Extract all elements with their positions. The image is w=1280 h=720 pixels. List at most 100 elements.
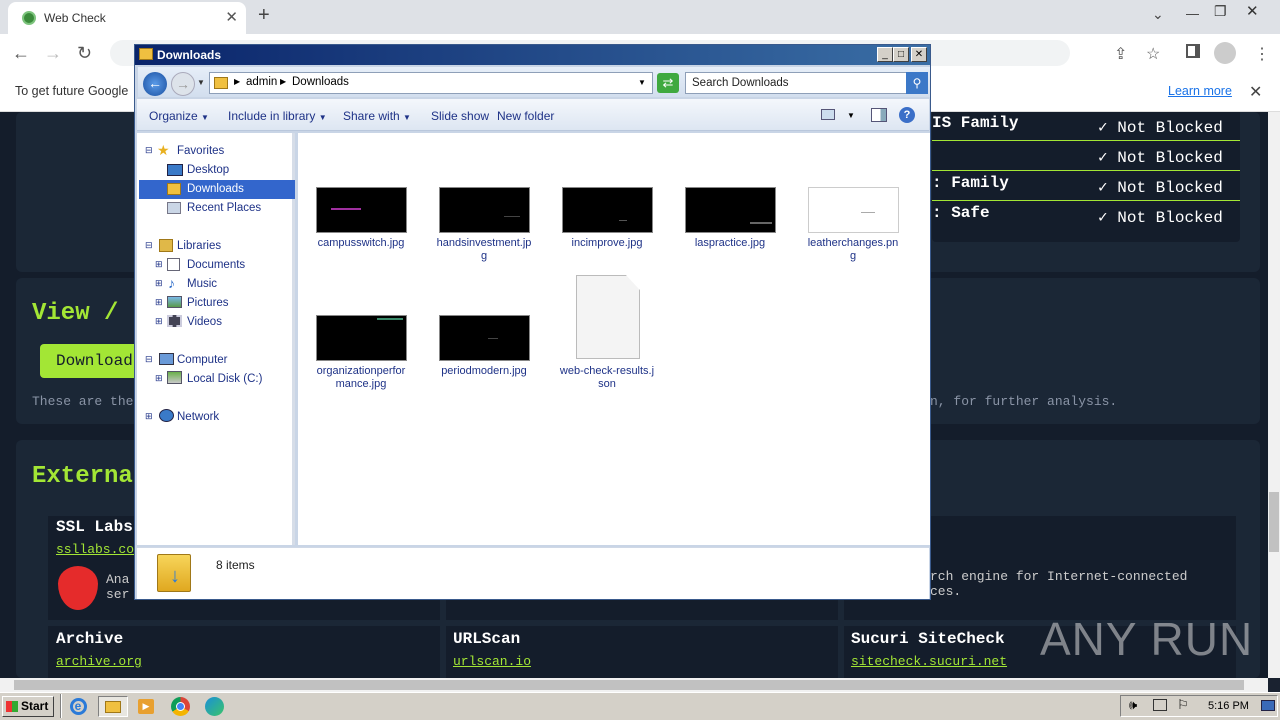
new-tab-button[interactable]: + <box>258 4 270 27</box>
collapse-icon[interactable]: ⊟ <box>145 145 153 156</box>
new-folder-button[interactable]: New folder <box>497 109 554 123</box>
tree-network[interactable]: Network <box>177 411 219 423</box>
breadcrumb-admin[interactable]: admin <box>246 76 277 88</box>
expand-icon[interactable]: ⊞ <box>155 297 163 308</box>
tree-videos[interactable]: Videos <box>187 316 222 328</box>
expand-icon[interactable]: ⊞ <box>155 373 163 384</box>
tree-documents[interactable]: Documents <box>187 259 245 271</box>
horizontal-scrollbar-thumb[interactable] <box>14 680 1244 690</box>
tree-desktop[interactable]: Desktop <box>187 164 229 176</box>
show-desktop-icon[interactable] <box>1261 700 1275 711</box>
file-item[interactable]: campusswitch.jpg <box>316 187 409 250</box>
file-item[interactable]: web-check-results.json <box>559 275 655 391</box>
dns-row-status: ✓ Not Blocked <box>1098 119 1223 137</box>
breadcrumb-chevron-icon[interactable]: ▶ <box>234 77 240 86</box>
pictures-icon <box>167 296 182 308</box>
recent-places-icon <box>167 202 181 214</box>
view-dropdown-icon[interactable]: ▼ <box>847 111 855 120</box>
file-item[interactable]: periodmodern.jpg <box>439 315 532 378</box>
side-panel-icon[interactable] <box>1186 44 1200 58</box>
file-item[interactable]: leatherchanges.png <box>808 187 901 263</box>
bookmark-star-icon[interactable]: ☆ <box>1146 44 1160 64</box>
flag-icon[interactable]: ⚐ <box>1177 697 1189 713</box>
tab-search-chevron-icon[interactable]: ⌄ <box>1152 6 1164 23</box>
internet-explorer-icon[interactable]: e <box>66 696 90 717</box>
help-icon[interactable]: ? <box>899 107 915 123</box>
breadcrumb-downloads[interactable]: Downloads <box>292 76 349 88</box>
card-link[interactable]: archive.org <box>56 654 142 669</box>
close-window-button[interactable]: ✕ <box>911 47 927 62</box>
tree-favorites[interactable]: Favorites <box>177 145 224 157</box>
menu-kebab-icon[interactable]: ⋮ <box>1254 44 1270 64</box>
share-with-menu[interactable]: Share with ▼ <box>343 109 411 123</box>
network-status-icon[interactable] <box>1153 699 1167 711</box>
close-browser-button[interactable]: ✕ <box>1246 2 1259 20</box>
learn-more-link[interactable]: Learn more <box>1168 84 1232 98</box>
forward-arrow-icon[interactable]: → <box>44 43 62 64</box>
minimize-window-button[interactable]: _ <box>877 47 893 62</box>
vertical-scrollbar[interactable] <box>1268 112 1280 678</box>
refresh-icon[interactable]: ⇄ <box>657 73 679 93</box>
explorer-titlebar[interactable]: Downloads <box>135 45 930 65</box>
chevron-down-icon: ▼ <box>403 113 411 122</box>
search-icon[interactable]: ⚲ <box>906 72 928 94</box>
collapse-icon[interactable]: ⊟ <box>145 240 153 251</box>
expand-icon[interactable]: ⊞ <box>155 278 163 289</box>
file-item[interactable]: incimprove.jpg <box>562 187 655 250</box>
minimize-browser-button[interactable]: — <box>1186 6 1199 21</box>
external-heading: External <box>32 463 148 490</box>
dns-row-status: ✓ Not Blocked <box>1098 179 1223 197</box>
tab-web-check[interactable]: Web Check ✕ <box>8 2 246 34</box>
close-infobar-icon[interactable]: ✕ <box>1249 82 1262 102</box>
volume-icon[interactable]: 🕪 <box>1129 697 1137 713</box>
change-view-icon[interactable] <box>821 109 835 120</box>
file-item[interactable]: laspractice.jpg <box>685 187 778 250</box>
vertical-scrollbar-thumb[interactable] <box>1269 492 1279 552</box>
profile-avatar-icon[interactable] <box>1214 42 1236 64</box>
file-item[interactable]: handsinvestment.jpg <box>437 187 532 263</box>
collapse-icon[interactable]: ⊟ <box>145 354 153 365</box>
close-tab-icon[interactable]: ✕ <box>225 8 238 26</box>
search-box[interactable]: Search Downloads ⚲ <box>685 72 928 94</box>
address-bar[interactable]: ▶ admin ▶ Downloads ▼ <box>209 72 653 94</box>
explorer-taskbar-button[interactable] <box>98 696 128 717</box>
tree-pictures[interactable]: Pictures <box>187 297 229 309</box>
download-button[interactable]: Download <box>40 344 140 378</box>
forward-arrow-icon[interactable]: → <box>171 72 195 96</box>
document-icon <box>576 275 640 359</box>
breadcrumb-chevron-icon[interactable]: ▶ <box>280 77 286 86</box>
file-name: laspractice.jpg <box>694 237 766 249</box>
expand-icon[interactable]: ⊞ <box>155 316 163 327</box>
tree-libraries[interactable]: Libraries <box>177 240 221 252</box>
edge-icon[interactable] <box>202 696 226 717</box>
expand-icon[interactable]: ⊞ <box>145 411 153 422</box>
maximize-window-button[interactable]: □ <box>893 47 909 62</box>
include-in-library-menu[interactable]: Include in library ▼ <box>228 109 327 123</box>
star-icon: ★ <box>157 142 170 158</box>
file-item[interactable]: organizationperformance.jpg <box>316 315 409 391</box>
recent-pages-chevron-icon[interactable]: ▼ <box>197 78 205 87</box>
tree-music[interactable]: Music <box>187 278 217 290</box>
restore-browser-button[interactable]: ❐ <box>1214 3 1227 20</box>
share-icon[interactable]: ⇪ <box>1114 44 1127 64</box>
view-heading: View / E <box>32 300 148 327</box>
start-button[interactable]: Start <box>2 696 54 717</box>
tree-computer[interactable]: Computer <box>177 354 228 366</box>
card-link[interactable]: ssllabs.co <box>56 542 134 557</box>
address-dropdown-icon[interactable]: ▼ <box>638 78 646 87</box>
tree-downloads[interactable]: Downloads <box>187 183 244 195</box>
media-player-icon[interactable]: ▶ <box>134 696 158 717</box>
file-name: web-check-results.json <box>559 365 655 390</box>
chrome-icon[interactable] <box>168 696 192 717</box>
slide-show-button[interactable]: Slide show <box>431 109 489 123</box>
back-arrow-icon[interactable]: ← <box>143 72 167 96</box>
preview-pane-icon[interactable] <box>871 108 887 122</box>
card-link[interactable]: urlscan.io <box>453 654 531 669</box>
tree-local-disk[interactable]: Local Disk (C:) <box>187 373 262 385</box>
expand-icon[interactable]: ⊞ <box>155 259 163 270</box>
reload-icon[interactable]: ↻ <box>77 43 92 64</box>
organize-menu[interactable]: Organize ▼ <box>149 109 209 123</box>
tree-recent-places[interactable]: Recent Places <box>187 202 261 214</box>
back-arrow-icon[interactable]: ← <box>12 43 30 64</box>
card-link[interactable]: sitecheck.sucuri.net <box>851 654 1007 669</box>
